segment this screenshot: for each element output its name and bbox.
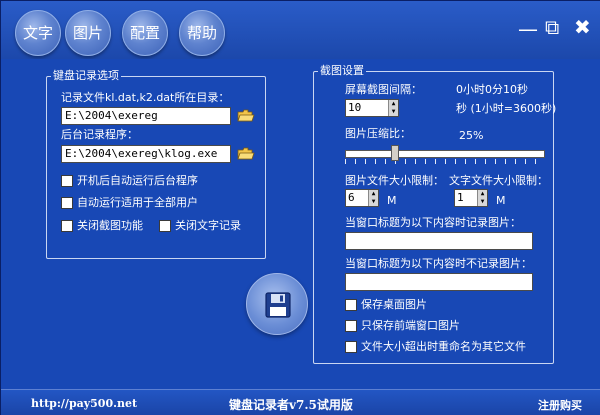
all-users-checkbox[interactable] [61, 197, 73, 209]
image-size-limit-input[interactable]: 6 ▲ ▼ [345, 189, 379, 207]
interval-input[interactable]: 10 ▲ ▼ [345, 99, 399, 117]
nav-config-button[interactable]: 配置 [122, 10, 168, 56]
compression-slider-track[interactable] [345, 150, 545, 158]
compression-label: 图片压缩比： [345, 127, 411, 140]
text-size-limit-spinner[interactable]: ▲ ▼ [477, 190, 487, 206]
close-icon[interactable]: ✖ [574, 17, 591, 37]
website-link[interactable]: http://pay500.net [31, 397, 137, 410]
register-link[interactable]: 注册购买 [538, 397, 582, 413]
text-size-limit-unit: M [496, 194, 506, 207]
floppy-disk-icon [265, 292, 291, 318]
rename-on-overflow-checkbox[interactable] [345, 341, 357, 353]
interval-spinner[interactable]: ▲ ▼ [388, 100, 398, 116]
status-bar: http://pay500.net 键盘记录者v7.5试用版 注册购买 [1, 389, 600, 415]
disable-screenshot-label: 关闭截图功能 [77, 219, 143, 232]
restore-icon[interactable]: ⧉ [545, 17, 559, 37]
image-size-limit-spinner[interactable]: ▲ ▼ [368, 190, 378, 206]
screenshot-settings-legend: 截图设置 [318, 64, 366, 78]
compression-slider-ticks [345, 159, 545, 164]
rename-on-overflow-label: 文件大小超出时重命名为其它文件 [361, 340, 526, 353]
app-title: 键盘记录者v7.5试用版 [229, 398, 353, 412]
image-size-limit-value: 6 [348, 191, 355, 204]
nav-help-button[interactable]: 帮助 [179, 10, 225, 56]
save-desktop-checkbox[interactable] [345, 299, 357, 311]
save-desktop-label: 保存桌面图片 [361, 298, 427, 311]
foreground-only-checkbox[interactable] [345, 320, 357, 332]
compression-slider-thumb[interactable] [391, 145, 399, 161]
autostart-label: 开机后自动运行后台程序 [77, 174, 198, 187]
background-program-input[interactable]: E:\2004\exereg\klog.exe [61, 145, 231, 163]
log-dir-input[interactable]: E:\2004\exereg [61, 107, 231, 125]
foreground-only-label: 只保存前端窗口图片 [361, 319, 460, 332]
text-size-limit-value: 1 [457, 191, 464, 204]
nav-text-button[interactable]: 文字 [15, 10, 61, 56]
disable-text-log-checkbox[interactable] [159, 220, 171, 232]
autostart-checkbox[interactable] [61, 175, 73, 187]
record-title-label: 当窗口标题为以下内容时记录图片： [345, 216, 521, 229]
nav-image-button[interactable]: 图片 [65, 10, 111, 56]
no-record-title-label: 当窗口标题为以下内容时不记录图片： [345, 257, 532, 270]
all-users-label: 自动运行适用于全部用户 [77, 196, 198, 209]
background-program-label: 后台记录程序： [61, 128, 138, 141]
save-button[interactable] [246, 273, 308, 335]
minimize-icon[interactable]: — [518, 19, 538, 39]
text-size-limit-input[interactable]: 1 ▲ ▼ [454, 189, 488, 207]
disable-screenshot-checkbox[interactable] [61, 220, 73, 232]
disable-text-log-label: 关闭文字记录 [175, 219, 241, 232]
image-size-limit-label: 图片文件大小限制： [345, 174, 444, 187]
folder-open-icon[interactable] [237, 146, 255, 162]
log-dir-label: 记录文件kl.dat,k2.dat所在目录： [61, 91, 230, 104]
compression-value: 25% [459, 129, 484, 142]
folder-open-icon[interactable] [237, 108, 255, 124]
image-size-limit-unit: M [387, 194, 397, 207]
interval-readout: 0小时0分10秒 [456, 83, 528, 96]
no-record-title-input[interactable] [345, 273, 533, 291]
keyboard-options-legend: 键盘记录选项 [51, 69, 121, 83]
interval-note: 秒 (1小时=3600秒) [456, 102, 557, 115]
record-title-input[interactable] [345, 232, 533, 250]
app-window: 文字 图片 配置 帮助 — ⧉ ✖ 键盘记录选项 记录文件kl.dat,k2.d… [0, 0, 600, 415]
text-size-limit-label: 文字文件大小限制： [449, 174, 548, 187]
interval-label: 屏幕截图间隔： [345, 83, 422, 96]
interval-value: 10 [348, 101, 362, 114]
